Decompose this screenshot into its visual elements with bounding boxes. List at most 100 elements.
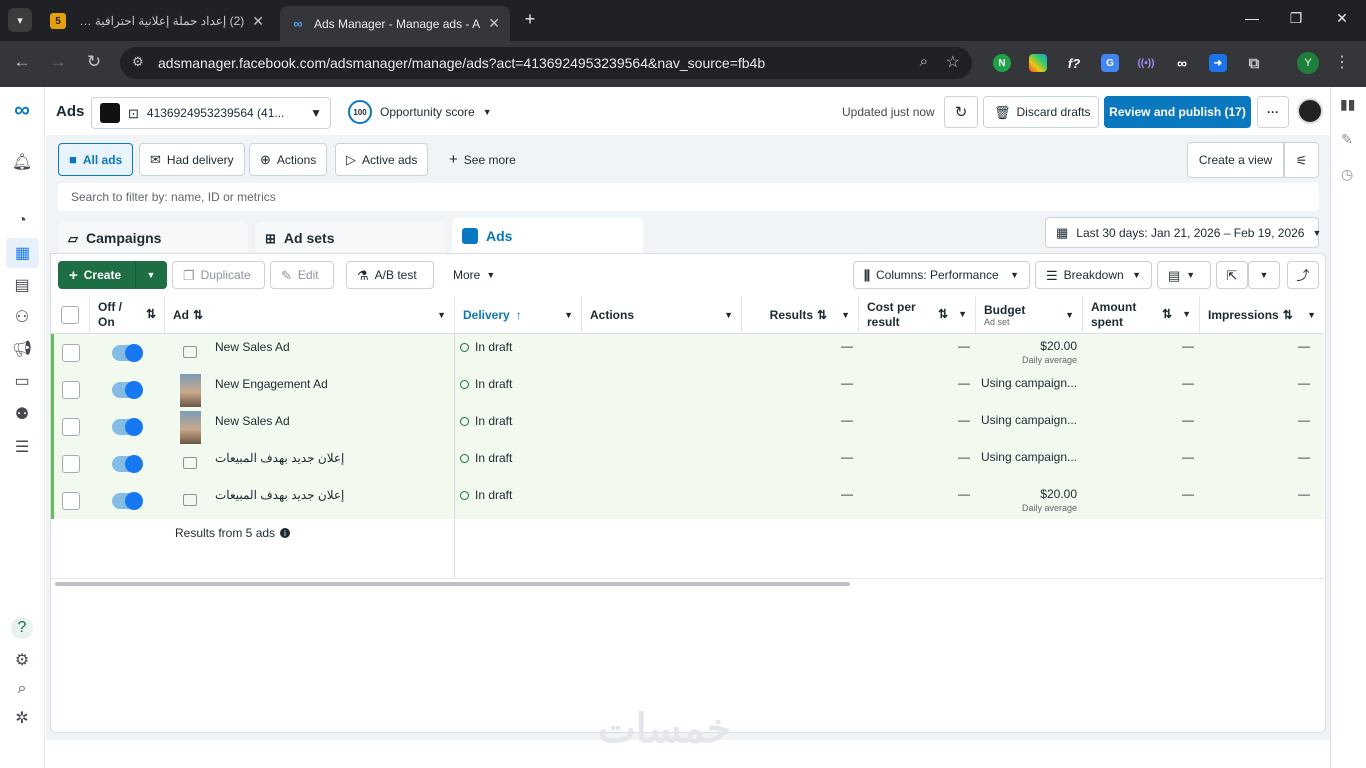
zoom-icon[interactable]: ⌕ <box>920 53 928 70</box>
browser-tab-inactive[interactable]: 5 (2) إعداد حملة إعلانية احترافية علي ✕ <box>40 6 274 36</box>
view-all-ads[interactable]: ■ All ads <box>58 143 134 176</box>
history-clock-icon[interactable]: ◷ <box>1341 166 1353 183</box>
tab-campaigns[interactable]: ▱ Campaigns <box>58 222 248 254</box>
ad-name-link[interactable]: New Sales Ad <box>215 414 290 428</box>
discard-drafts-button[interactable]: 🗑︎ Discard drafts <box>983 96 1099 128</box>
search-icon[interactable]: ⌕ <box>11 678 33 700</box>
debug-bug-icon[interactable]: ✲ <box>11 707 33 729</box>
column-header-offon[interactable]: Off / On ⇅ <box>90 296 165 334</box>
extension-infinity-icon[interactable]: ∞ <box>1173 54 1191 72</box>
column-header-delivery[interactable]: Delivery ↑ ▼ <box>455 296 582 334</box>
row-checkbox[interactable] <box>62 492 80 510</box>
info-icon[interactable]: i <box>280 528 291 538</box>
create-dropdown-button[interactable]: ▼ <box>135 261 167 289</box>
export-button[interactable]: ⇱ <box>1216 261 1248 289</box>
notifications-bell-icon[interactable]: 🔔︎ <box>11 151 33 173</box>
filter-search-input[interactable]: Search to filter by: name, ID or metrics <box>58 183 1319 211</box>
reports-button[interactable]: ▤ ▼ <box>1157 261 1211 289</box>
close-tab-icon[interactable]: ✕ <box>252 13 264 30</box>
ads-manager-table-icon[interactable]: ▦ <box>6 238 39 268</box>
columns-button[interactable]: ⫼ Columns: Performance ▼ <box>853 261 1030 289</box>
billing-card-icon[interactable]: ▭ <box>11 370 33 392</box>
view-settings-button[interactable]: ⚟ <box>1284 142 1319 178</box>
site-info-icon[interactable]: ⚙ <box>132 54 144 70</box>
business-settings-icon[interactable]: ⚉ <box>11 403 33 425</box>
row-checkbox[interactable] <box>62 344 80 362</box>
advertising-megaphone-icon[interactable]: 📢︎ <box>11 338 33 360</box>
settings-gear-icon[interactable]: ⚙ <box>11 649 33 671</box>
close-tab-icon[interactable]: ✕ <box>488 15 500 32</box>
column-header-results[interactable]: Results ⇅ ▼ <box>742 296 859 334</box>
edit-pencil-icon[interactable]: ✎ <box>1341 131 1353 148</box>
breakdown-button[interactable]: ☰ Breakdown ▼ <box>1035 261 1152 289</box>
view-had-delivery[interactable]: ✉ Had delivery <box>139 143 245 176</box>
address-bar[interactable]: ⚙ adsmanager.facebook.com/adsmanager/man… <box>120 47 972 79</box>
column-header-ad[interactable]: Ad ⇅ ▼ <box>165 296 455 334</box>
extension-n-icon[interactable]: N <box>993 54 1011 72</box>
reload-icon[interactable]: ↻ <box>82 52 106 72</box>
horizontal-scrollbar[interactable] <box>55 582 850 586</box>
row-checkbox[interactable] <box>62 381 80 399</box>
help-icon[interactable]: ? <box>11 617 33 639</box>
create-view-button[interactable]: Create a view <box>1187 142 1284 178</box>
browser-tab-active[interactable]: ∞ Ads Manager - Manage ads - A ✕ <box>280 6 510 41</box>
edit-button[interactable]: ✎ Edit <box>270 261 334 289</box>
bookmark-star-icon[interactable]: ☆ <box>946 52 960 72</box>
chart-toggle-button[interactable]: ⤴ <box>1287 261 1319 289</box>
refresh-button[interactable]: ↻ <box>944 96 978 128</box>
row-checkbox[interactable] <box>62 455 80 473</box>
account-selector[interactable]: ⊡ 4136924953239564 (41... ▼ <box>91 97 331 129</box>
row-checkbox[interactable] <box>62 418 80 436</box>
column-header-amount-spent[interactable]: Amount spent ⇅ ▼ <box>1083 296 1200 334</box>
ad-name-link[interactable]: إعلان جديد بهدف المبيعات <box>215 451 344 465</box>
forward-icon[interactable]: → <box>46 52 70 72</box>
duplicate-button[interactable]: ❐ Duplicate <box>172 261 265 289</box>
extension-pinwheel-icon[interactable] <box>1029 54 1047 72</box>
close-window-icon[interactable]: ✕ <box>1332 10 1352 27</box>
more-actions-button[interactable]: More ▼ <box>442 261 506 289</box>
ad-on-off-toggle[interactable] <box>112 455 143 473</box>
maximize-icon[interactable]: ❐ <box>1286 10 1306 27</box>
insights-chart-icon[interactable]: ▮▮ <box>1340 96 1355 113</box>
ad-name-link[interactable]: إعلان جديد بهدف المبيعات <box>215 488 344 502</box>
create-button[interactable]: + Create <box>58 261 135 289</box>
new-tab-icon[interactable]: + <box>520 9 540 30</box>
tab-ad-sets[interactable]: ⊞ Ad sets <box>255 222 445 254</box>
extensions-puzzle-icon[interactable]: ⧉ <box>1245 54 1263 72</box>
ad-on-off-toggle[interactable] <box>112 418 143 436</box>
user-avatar[interactable] <box>1297 98 1323 124</box>
tab-ads[interactable]: Ads <box>452 218 643 254</box>
date-range-picker[interactable]: ▦ Last 30 days: Jan 21, 2026 – Feb 19, 2… <box>1045 217 1321 248</box>
ad-name-link[interactable]: New Sales Ad <box>215 340 290 354</box>
browser-menu-icon[interactable]: ⋮ <box>1334 52 1350 72</box>
audiences-icon[interactable]: ⚇ <box>11 306 33 328</box>
tab-search-button[interactable]: ▾ <box>8 8 32 32</box>
more-options-button[interactable]: ··· <box>1257 96 1289 128</box>
reports-icon[interactable]: ▤ <box>11 274 33 296</box>
column-header-cost-per-result[interactable]: Cost per result ⇅ ▼ <box>859 296 976 334</box>
see-more-button[interactable]: + See more <box>438 143 527 176</box>
export-dropdown-button[interactable]: ▼ <box>1248 261 1280 289</box>
ab-test-button[interactable]: ⚗ A/B test <box>346 261 434 289</box>
ad-name-link[interactable]: New Engagement Ad <box>215 377 328 391</box>
view-active-ads[interactable]: ▷ Active ads <box>335 143 429 176</box>
back-icon[interactable]: ← <box>10 52 34 72</box>
column-header-impressions[interactable]: Impressions ⇅ ▼ <box>1200 296 1324 334</box>
all-tools-menu-icon[interactable]: ☰ <box>11 436 33 458</box>
extension-arrow-icon[interactable]: ➜ <box>1209 54 1227 72</box>
extension-translate-icon[interactable]: G <box>1101 54 1119 72</box>
view-actions[interactable]: ⊕ Actions <box>249 143 328 176</box>
meta-logo-icon[interactable]: ∞ <box>11 97 33 122</box>
column-header-actions[interactable]: Actions ▼ <box>582 296 742 334</box>
overview-gauge-icon[interactable]: ◔ <box>11 210 33 232</box>
opportunity-score[interactable]: 100 Opportunity score ▼ <box>348 100 492 124</box>
extension-broadcast-icon[interactable]: ((•)) <box>1137 54 1155 72</box>
column-header-budget[interactable]: Budget Ad set ▼ <box>976 296 1083 334</box>
ad-on-off-toggle[interactable] <box>112 492 143 510</box>
profile-avatar[interactable]: Y <box>1297 52 1319 74</box>
ad-on-off-toggle[interactable] <box>112 381 143 399</box>
select-all-checkbox[interactable] <box>61 305 79 324</box>
ad-on-off-toggle[interactable] <box>112 344 143 362</box>
minimize-icon[interactable]: — <box>1242 10 1262 26</box>
review-and-publish-button[interactable]: Review and publish (17) <box>1104 96 1251 128</box>
